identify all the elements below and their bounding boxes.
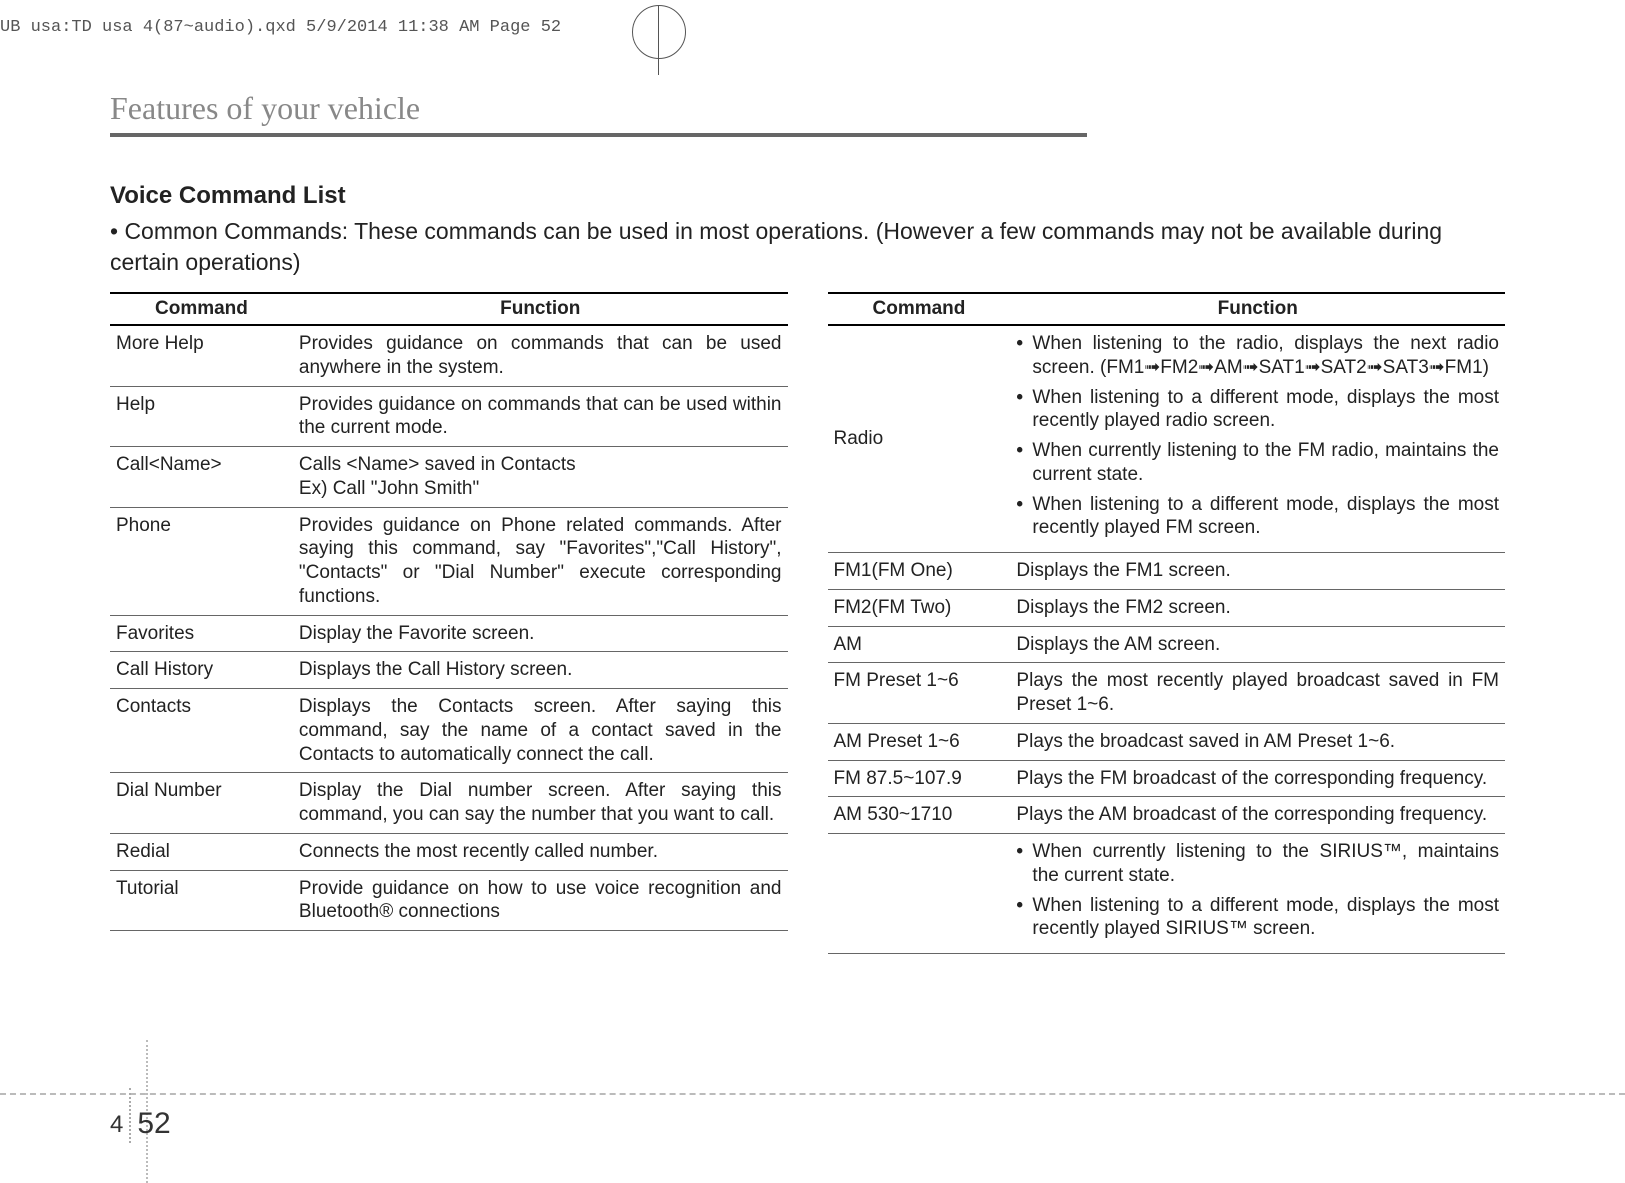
function-bullet: When currently listening to the SIRIUS™,… [1016,840,1499,888]
function-cell: When currently listening to the SIRIUS™,… [1010,834,1505,954]
table-row: RadioWhen listening to the radio, displa… [828,325,1506,553]
function-cell: Calls <Name> saved in ContactsEx) Call "… [293,447,788,508]
function-bullet: When listening to a different mode, disp… [1016,386,1499,434]
function-cell: Displays the Contacts screen. After sayi… [293,689,788,773]
command-cell: FM Preset 1~6 [828,663,1011,724]
function-cell: Plays the most recently played broadcast… [1010,663,1505,724]
table-row: When currently listening to the SIRIUS™,… [828,834,1506,954]
table-row: RedialConnects the most recently called … [110,833,788,870]
table-row: FM2(FM Two)Displays the FM2 screen. [828,589,1506,626]
function-cell: Displays the AM screen. [1010,626,1505,663]
table-row: FM Preset 1~6Plays the most recently pla… [828,663,1506,724]
right-table: Command Function RadioWhen listening to … [828,292,1506,954]
command-cell: Call<Name> [110,447,293,508]
command-cell: Favorites [110,615,293,652]
function-cell: Display the Favorite screen. [293,615,788,652]
table-header-row: Command Function [828,293,1506,325]
header-function: Function [293,293,788,325]
header-command: Command [828,293,1011,325]
function-cell: Displays the FM2 screen. [1010,589,1505,626]
table-header-row: Command Function [110,293,788,325]
page-number: 4 52 [110,1088,171,1143]
command-cell: FM 87.5~107.9 [828,760,1011,797]
table-row: HelpProvides guidance on commands that c… [110,386,788,447]
table-row: Call<Name>Calls <Name> saved in Contacts… [110,447,788,508]
command-cell: AM [828,626,1011,663]
command-cell: Call History [110,652,293,689]
command-cell: Dial Number [110,773,293,834]
print-header: UB usa:TD usa 4(87~audio).qxd 5/9/2014 1… [0,18,561,37]
table-row: AM Preset 1~6Plays the broadcast saved i… [828,723,1506,760]
function-cell: Plays the AM broadcast of the correspond… [1010,797,1505,834]
command-cell: AM Preset 1~6 [828,723,1011,760]
header-command: Command [110,293,293,325]
function-bullet: When currently listening to the FM radio… [1016,439,1499,487]
function-cell: Connects the most recently called number… [293,833,788,870]
command-cell: Phone [110,507,293,615]
function-cell: Displays the Call History screen. [293,652,788,689]
section-title: Voice Command List [110,182,1505,210]
table-row: TutorialProvide guidance on how to use v… [110,870,788,931]
function-cell: Provides guidance on Phone related comma… [293,507,788,615]
header-function: Function [1010,293,1505,325]
table-row: AM 530~1710Plays the AM broadcast of the… [828,797,1506,834]
function-bullet: When listening to a different mode, disp… [1016,493,1499,541]
function-cell: Plays the FM broadcast of the correspond… [1010,760,1505,797]
function-cell: Displays the FM1 screen. [1010,553,1505,590]
table-row: More HelpProvides guidance on commands t… [110,325,788,386]
page-num: 52 [137,1107,170,1143]
command-cell: Radio [828,325,1011,553]
function-cell: Provide guidance on how to use voice rec… [293,870,788,931]
chapter-title: Features of your vehicle [110,90,1087,137]
command-cell: More Help [110,325,293,386]
command-cell: Help [110,386,293,447]
crop-line [0,1093,1625,1095]
command-cell: Contacts [110,689,293,773]
command-cell: AM 530~1710 [828,797,1011,834]
section-intro: • Common Commands: These commands can be… [110,216,1505,278]
table-row: Dial NumberDisplay the Dial number scree… [110,773,788,834]
table-row: FM1(FM One)Displays the FM1 screen. [828,553,1506,590]
table-row: AMDisplays the AM screen. [828,626,1506,663]
command-cell: FM1(FM One) [828,553,1011,590]
command-cell: Redial [110,833,293,870]
page-content: Features of your vehicle Voice Command L… [110,90,1505,1143]
table-row: PhoneProvides guidance on Phone related … [110,507,788,615]
command-cell: Tutorial [110,870,293,931]
function-cell: Display the Dial number screen. After sa… [293,773,788,834]
left-table: Command Function More HelpProvides guida… [110,292,788,931]
header-text: UB usa:TD usa 4(87~audio).qxd 5/9/2014 1… [0,18,561,37]
function-cell: Provides guidance on commands that can b… [293,386,788,447]
function-bullet: When listening to the radio, displays th… [1016,332,1499,380]
table-row: FM 87.5~107.9Plays the FM broadcast of t… [828,760,1506,797]
page-separator [129,1088,131,1143]
function-cell: Provides guidance on commands that can b… [293,325,788,386]
tables-container: Command Function More HelpProvides guida… [110,292,1505,954]
command-cell: FM2(FM Two) [828,589,1011,626]
table-row: Call HistoryDisplays the Call History sc… [110,652,788,689]
function-cell: When listening to the radio, displays th… [1010,325,1505,553]
function-bullet: When listening to a different mode, disp… [1016,894,1499,942]
page-chapter-num: 4 [110,1111,123,1143]
crop-mark [658,5,659,75]
table-row: ContactsDisplays the Contacts screen. Af… [110,689,788,773]
table-row: FavoritesDisplay the Favorite screen. [110,615,788,652]
command-cell [828,834,1011,954]
function-cell: Plays the broadcast saved in AM Preset 1… [1010,723,1505,760]
